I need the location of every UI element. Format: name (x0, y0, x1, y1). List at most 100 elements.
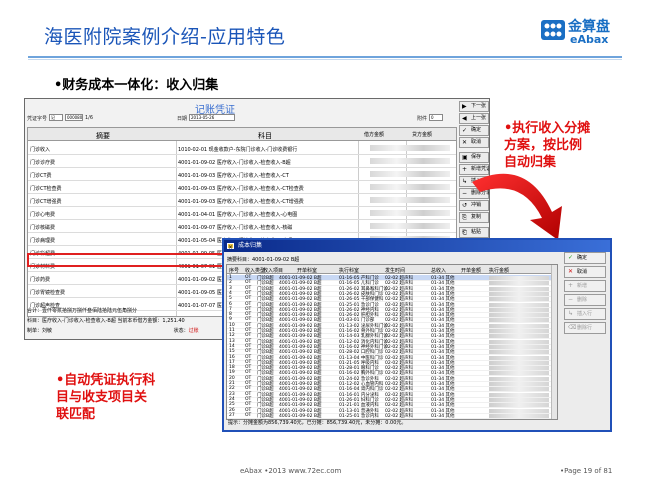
grid-cell: 9 (229, 317, 232, 323)
grid-cell: OT (245, 370, 252, 376)
toolbar-icon: ✕ (462, 139, 468, 146)
row-account: 4001-01-09-03 医疗收入-门诊收入-检查收入-CT (178, 173, 289, 179)
row-account: 4001-01-04-01 医疗收入-门诊收入-检查收入-心电图 (178, 212, 298, 218)
vertical-scrollbar[interactable] (551, 265, 557, 419)
cost-toolbar-button[interactable]: ✕ 取消 (564, 266, 606, 278)
grid-cell: 10 (229, 322, 235, 328)
date-input[interactable]: 2013-05-26 (189, 114, 235, 121)
row-summary: 门诊CT费 (30, 173, 52, 179)
voucher-row[interactable]: 门诊核磁费 4001-01-09-07 医疗收入-门诊收入-检查收入-核磁 (28, 220, 456, 233)
grid-header-cell: 执行金额 (489, 268, 510, 274)
voucher-row[interactable]: 门诊CT增强费 4001-01-09-03 医疗收入-门诊收入-检查收入-CT增强… (28, 194, 456, 207)
cost-allocation-window: 成本归集 × 摘要科目：4001-01-09-02 B超 序号 收入类型 收入项目 开… (222, 238, 612, 432)
row-summary: 门诊诊疗费 (30, 160, 56, 166)
cost-window-code: 摘要科目：4001-01-09-02 B超 (227, 257, 300, 263)
abacus-logo-icon (541, 20, 565, 40)
col-credit: 贷方金额 (412, 132, 433, 138)
date-label: 日期 (177, 116, 188, 122)
voucher-row[interactable]: 门诊诊疗费 4001-01-09-02 医疗收入-门诊收入-检查收入-B超 (28, 155, 456, 168)
grid-cell: OT (245, 280, 252, 286)
grid-cell: 02-02 超声科 (385, 413, 414, 419)
cost-toolbar-button[interactable]: ↳ 插入行 (564, 308, 606, 320)
grid-cell: OT (245, 412, 252, 418)
slide-title: 海医附院案例介绍-应用特色 (44, 26, 286, 48)
toolbar-button[interactable]: ▶ 下一张 (459, 101, 489, 112)
grid-cell: 4001-01-09-02 B超 (279, 413, 322, 419)
cost-window-titlebar: 成本归集 × (224, 240, 610, 252)
title-divider-thin (28, 59, 622, 60)
delete-icon: − (568, 296, 574, 303)
grid-cell: 25 (229, 402, 235, 408)
grid-cell: 22 (229, 386, 235, 392)
col-debit: 借方金额 (364, 132, 385, 138)
cost-window-toolbar: ✓ 确定 ✕ 取消 + 新增 − 删除 ↳ 插入行 ⌫ 删除行 (564, 252, 606, 336)
voucher-row[interactable]: 门诊CT检查费 4001-01-09-03 医疗收入-门诊收入-检查收入-CT检查… (28, 181, 456, 194)
toolbar-button[interactable]: ✓ 确定 (459, 125, 489, 136)
grid-cell: 15 (229, 349, 235, 355)
page-number: •Page 19 of 81 (560, 467, 613, 475)
grid-cell: 12 (229, 333, 235, 339)
grid-cell: OT (245, 322, 252, 328)
col-account: 科目 (258, 132, 272, 140)
grid-cell: OT (245, 386, 252, 392)
row-summary: 门诊药费 (30, 277, 51, 283)
row-account: 1010-02-01 现金收款户-东院门诊收入-门诊收费银行 (178, 147, 298, 153)
grid-cell: 19 (229, 370, 235, 376)
grid-cell: OT (245, 407, 252, 413)
row-summary: 门诊核磁费 (30, 225, 56, 231)
grid-cell: 5 (229, 296, 232, 302)
voucher-no-input[interactable]: 000080 (65, 114, 83, 121)
cost-toolbar-button[interactable]: ✓ 确定 (564, 252, 606, 264)
toolbar-button[interactable]: ✕ 取消 (459, 137, 489, 148)
grid-header-cell: 开单金额 (461, 268, 482, 274)
cost-toolbar-button[interactable]: ⌫ 删除行 (564, 322, 606, 334)
grid-header-cell: 总收入 (431, 268, 447, 274)
grid-cell: OT (245, 375, 252, 381)
row-summary: 门诊病理费 (30, 238, 56, 244)
close-icon[interactable]: × (227, 243, 234, 251)
grid-cell: OT (245, 296, 252, 302)
cost-toolbar-button[interactable]: + 新增 (564, 280, 606, 292)
row-summary: 门诊CT检查费 (30, 186, 62, 192)
grid-header-cell: 发生时间 (385, 268, 406, 274)
grid-cell: 16 (229, 354, 235, 360)
grid-cell: OT (245, 285, 252, 291)
allocation-grid-header: 序号 收入类型 收入项目 开单科室 执行科室 发生时间 总收入 开单金额 执行金额 (227, 265, 557, 274)
grid-cell: OT (245, 301, 252, 307)
plus-icon: + (568, 282, 574, 289)
grid-cell: OT (245, 349, 252, 355)
grid-cell: 13 (229, 338, 235, 344)
toolbar-icon: ✓ (462, 127, 468, 134)
row-account: 4001-01-09-02 医疗收入-门诊收入-检查收入-B超 (178, 160, 291, 166)
amount-blur (370, 184, 450, 190)
attach-count-input[interactable]: 0 (429, 114, 443, 121)
amount-blur (370, 145, 450, 151)
grid-cell: 27 (229, 412, 235, 418)
slide-footer: eAbax •2013 www.72ec.com (240, 467, 342, 475)
insert-icon: ↳ (568, 310, 574, 317)
toolbar-button[interactable]: ◀ 上一张 (459, 113, 489, 124)
voucher-word-select[interactable]: 记 (49, 114, 63, 121)
cost-toolbar-button[interactable]: − 删除 (564, 294, 606, 306)
voucher-row[interactable]: 门诊心电费 4001-01-04-01 医疗收入-门诊收入-检查收入-心电图 (28, 207, 456, 220)
company-logo: 金算盘 eAbax (540, 14, 628, 50)
grid-cell: 3 (229, 285, 232, 291)
grid-cell: 6 (229, 301, 232, 307)
voucher-row[interactable]: 门诊CT费 4001-01-09-03 医疗收入-门诊收入-检查收入-CT (28, 168, 456, 181)
cost-window-title: 成本归集 (238, 242, 263, 249)
callout-arrow-icon (472, 173, 562, 240)
title-divider (28, 56, 622, 58)
grid-cell: 门诊B超 (257, 413, 274, 419)
check-icon: ✓ (568, 254, 574, 261)
amount-blur (370, 171, 450, 177)
grid-header-cell: 开单科室 (297, 268, 318, 274)
row-summary: 门诊CT增强费 (30, 199, 62, 205)
row-summary: 门诊胃镜检查费 (30, 290, 66, 296)
voucher-row[interactable]: 门诊收入 1010-02-01 现金收款户-东院门诊收入-门诊收费银行 (28, 142, 456, 155)
grid-row[interactable]: 27 OT 门诊B超 4001-01-09-02 B超 01-25-01 急诊内科 02-… (227, 413, 557, 419)
grid-cell: 26 (229, 407, 235, 413)
grid-header-cell: 收入类型 (245, 268, 266, 274)
amount-blur (489, 413, 549, 418)
amount-blur (370, 197, 450, 203)
close-icon: ✕ (568, 268, 574, 275)
